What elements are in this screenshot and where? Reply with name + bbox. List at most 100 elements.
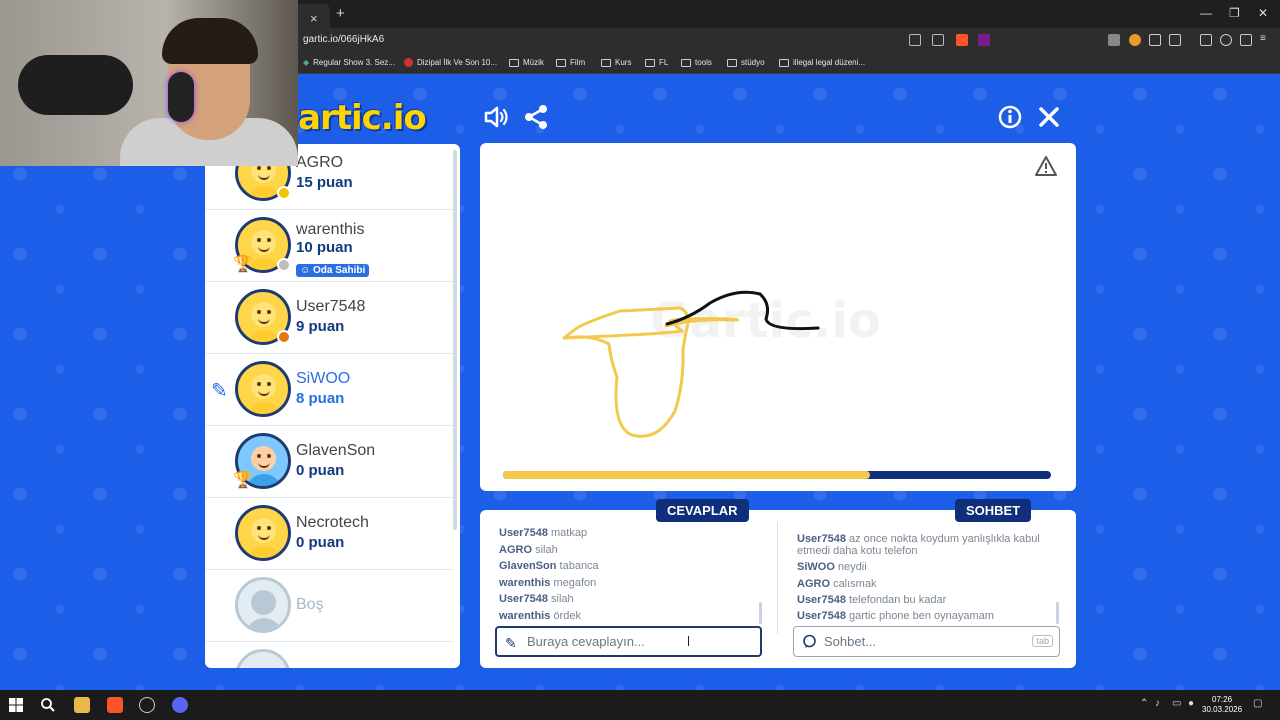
player-card[interactable]: Necrotech 0 puan	[205, 498, 453, 570]
clock[interactable]: 07:26 30.03.2026	[1202, 695, 1242, 715]
chat-scrollbar[interactable]	[1056, 602, 1059, 624]
bookmark-folder[interactable]: FL	[645, 58, 668, 67]
restore-icon[interactable]: ❐	[1229, 6, 1240, 20]
bookmark-item[interactable]: ◆ Regular Show 3. Sez...	[303, 58, 395, 67]
bookmark-item[interactable]: Dizipal İlk Ve Son 10...	[404, 58, 497, 67]
tab-answers[interactable]: CEVAPLAR	[656, 499, 749, 522]
round-timer-fill	[503, 471, 871, 479]
folder-icon	[509, 58, 519, 67]
chat-item: User7548 gartic phone ben oynayamam	[797, 610, 994, 623]
folder-icon	[779, 58, 789, 67]
trophy-icon: 🏆	[233, 256, 253, 273]
chat-item: User7548 telefondan bu kadar	[797, 593, 947, 606]
player-list: AGRO 15 puan 🏆 warenthis 10 puan ☺ Oda S…	[205, 144, 460, 668]
brave-shield-icon[interactable]	[956, 34, 968, 46]
share-icon[interactable]	[521, 102, 551, 132]
extensions-puzzle-icon[interactable]	[1149, 34, 1161, 46]
taskbar: ⌃ ♪ ▭ ● 07:26 30.03.2026 ▢	[0, 690, 1280, 720]
text-cursor-icon	[688, 636, 690, 646]
leo-icon[interactable]	[1220, 34, 1232, 46]
minimize-icon[interactable]: —	[1200, 6, 1212, 20]
sound-icon[interactable]	[482, 102, 512, 132]
tab-chat[interactable]: SOHBET	[955, 499, 1032, 522]
answer-input[interactable]: ✎ Buraya cevaplayın...	[495, 626, 762, 657]
microphone-icon	[18, 55, 133, 115]
player-card-drawing[interactable]: ✎ SiWOO 8 puan	[205, 354, 453, 426]
player-card[interactable]: 🏆 warenthis 10 puan ☺ Oda Sahibi	[205, 210, 453, 282]
bookmark-folder[interactable]: tools	[681, 58, 712, 67]
panel-divider	[777, 522, 778, 634]
site-icon	[404, 58, 413, 67]
folder-icon	[727, 58, 737, 67]
chat-input[interactable]: Sohbet... tab	[793, 626, 1060, 657]
close-icon[interactable]	[1034, 102, 1064, 132]
tray-chevron-icon[interactable]: ⌃	[1140, 698, 1148, 709]
folder-icon	[601, 58, 611, 67]
extension-icon[interactable]	[1108, 34, 1120, 46]
share-page-icon[interactable]	[932, 34, 944, 46]
answer-item: User7548 matkap	[499, 527, 588, 539]
answer-input-placeholder: Buraya cevaplayın...	[527, 634, 645, 649]
brave-rewards-icon[interactable]	[978, 34, 990, 46]
answers-scrollbar[interactable]	[759, 602, 762, 624]
url-text[interactable]: gartic.io/066jHkA6	[303, 34, 384, 45]
drawing-canvas[interactable]: Gartic.io	[480, 143, 1076, 491]
player-name: User7548	[296, 298, 366, 315]
status-dot	[277, 186, 291, 200]
media-icon[interactable]	[1169, 34, 1181, 46]
extension-icon[interactable]	[1129, 34, 1141, 46]
answer-item: GlavenSon tabanca	[499, 560, 599, 573]
folder-icon	[556, 58, 566, 67]
player-name: Necrotech	[296, 514, 369, 531]
trophy-icon: 🏆	[233, 472, 253, 489]
windows-start-icon[interactable]	[8, 697, 24, 713]
avatar	[235, 505, 291, 561]
gartic-logo: artic.io	[298, 98, 427, 138]
brave-browser-icon[interactable]	[107, 697, 123, 713]
bookmark-folder[interactable]: Kurs	[601, 58, 631, 67]
tab-close-icon[interactable]: ×	[310, 11, 318, 26]
player-name: GlavenSon	[296, 442, 376, 459]
notifications-icon[interactable]: ▢	[1253, 698, 1262, 709]
volume-icon[interactable]: ♪	[1155, 698, 1160, 709]
discord-icon[interactable]	[172, 697, 188, 713]
info-icon[interactable]	[995, 102, 1025, 132]
empty-avatar-icon	[235, 577, 291, 633]
file-explorer-icon[interactable]	[74, 697, 90, 713]
player-list-scrollbar[interactable]	[453, 150, 457, 530]
chat-input-placeholder: Sohbet...	[824, 634, 877, 649]
player-name: SiWOO	[296, 370, 351, 387]
empty-slot-label: Boş	[296, 596, 324, 613]
game-page: artic.io AGRO 15 puan 🏆 warenthis 10 pua…	[0, 74, 1280, 690]
bookmark-folder[interactable]: illegal legal düzeni...	[779, 58, 865, 67]
cast-icon[interactable]	[909, 34, 921, 46]
pencil-icon: ✎	[505, 635, 517, 651]
chat-bubble-icon	[803, 634, 816, 648]
menu-icon[interactable]: ≡	[1260, 34, 1272, 46]
chat-list: User7548 az once nokta koydum yanlışlıkl…	[797, 533, 1052, 622]
webcam-overlay	[0, 0, 298, 166]
answer-item: warenthis megafon	[499, 576, 597, 589]
answers-chat-panel: CEVAPLAR SOHBET User7548 matkap AGRO sil…	[480, 499, 1076, 668]
chat-item: User7548 az once nokta koydum yanlışlıkl…	[797, 533, 1040, 558]
bookmark-folder[interactable]: Müzik	[509, 58, 544, 67]
player-card[interactable]: User7548 9 puan	[205, 282, 453, 354]
search-icon[interactable]	[40, 697, 56, 713]
vpn-icon[interactable]	[1240, 34, 1252, 46]
sidebar-icon[interactable]	[1200, 34, 1212, 46]
microphone-tray-icon[interactable]: ●	[1188, 698, 1194, 709]
obs-icon[interactable]	[139, 697, 155, 713]
new-tab-button[interactable]: +	[336, 5, 345, 22]
player-card[interactable]: 🏆 GlavenSon 0 puan	[205, 426, 453, 498]
bookmark-folder[interactable]: stüdyo	[727, 58, 765, 67]
smile-icon: ☺	[300, 265, 313, 276]
screen: × + — ❐ ✕ gartic.io/066jHkA6 ≡ ◆ Regular …	[0, 0, 1280, 720]
chat-item: AGRO calısmak	[797, 577, 877, 590]
status-dot	[277, 258, 291, 272]
answer-item: User7548 silah	[499, 593, 574, 606]
bookmark-folder[interactable]: Film	[556, 58, 585, 67]
window-close-icon[interactable]: ✕	[1258, 6, 1268, 20]
answer-item: warenthis ördek	[499, 609, 581, 622]
empty-avatar-icon	[235, 649, 291, 668]
network-icon[interactable]: ▭	[1172, 698, 1181, 709]
